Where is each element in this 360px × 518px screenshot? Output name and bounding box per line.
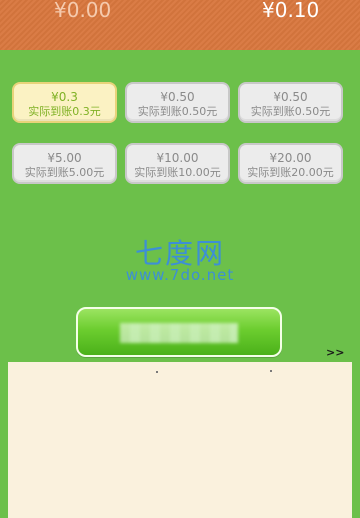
- option-amount: ¥0.50: [160, 90, 195, 104]
- amount-option-0-50-a[interactable]: ¥0.50 实际到账0.50元: [125, 82, 230, 123]
- option-actual: 实际到账10.00元: [134, 166, 221, 179]
- option-amount: ¥5.00: [47, 151, 82, 165]
- option-actual: 实际到账0.50元: [137, 105, 218, 118]
- amount-option-0-50-b[interactable]: ¥0.50 实际到账0.50元: [238, 82, 343, 123]
- amount-option-10[interactable]: ¥10.00 实际到账10.00元: [125, 143, 230, 184]
- balance-left: ¥0.00: [54, 0, 112, 22]
- balance-right: ¥0.10: [262, 0, 320, 22]
- top-balance-bar: ¥0.00 ¥0.10: [0, 0, 360, 50]
- panel-dot: [156, 371, 158, 373]
- option-amount: ¥10.00: [156, 151, 199, 165]
- amount-option-5[interactable]: ¥5.00 实际到账5.00元: [12, 143, 117, 184]
- option-actual: 实际到账0.50元: [250, 105, 331, 118]
- option-amount: ¥0.3: [51, 90, 78, 104]
- amount-option-0-3[interactable]: ¥0.3 实际到账0.3元: [12, 82, 117, 123]
- option-amount: ¥0.50: [273, 90, 308, 104]
- watermark-url: www.7do.net: [125, 266, 235, 284]
- option-actual: 实际到账20.00元: [247, 166, 334, 179]
- info-panel: [8, 362, 352, 518]
- option-amount: ¥20.00: [269, 151, 312, 165]
- panel-dot: [270, 370, 272, 372]
- withdraw-button[interactable]: [76, 307, 282, 357]
- option-actual: 实际到账5.00元: [24, 166, 105, 179]
- blurred-button-label: [120, 323, 238, 343]
- amount-option-20[interactable]: ¥20.00 实际到账20.00元: [238, 143, 343, 184]
- more-link[interactable]: >>: [326, 346, 344, 359]
- option-actual: 实际到账0.3元: [28, 105, 101, 118]
